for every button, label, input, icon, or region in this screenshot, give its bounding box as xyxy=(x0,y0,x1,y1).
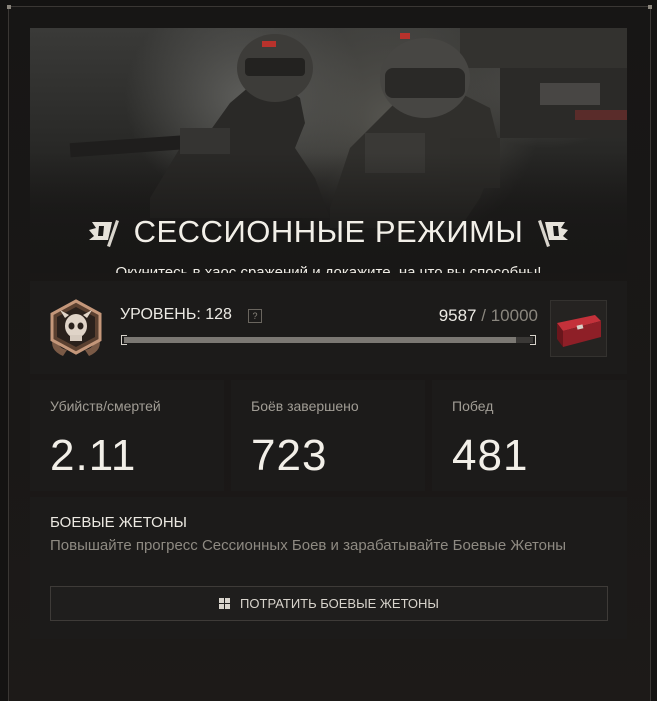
stat-card-kd: Убийств/смертей 2.11 xyxy=(30,380,224,491)
spend-tokens-button[interactable]: ПОТРАТИТЬ БОЕВЫЕ ЖЕТОНЫ xyxy=(50,586,608,621)
stat-value: 481 xyxy=(452,431,529,480)
stat-value: 723 xyxy=(251,431,328,480)
xp-current: 9587 xyxy=(438,306,477,325)
stat-label: Боёв завершено xyxy=(251,398,359,414)
reward-crate-button[interactable] xyxy=(550,300,607,357)
stat-card-wins: Побед 481 xyxy=(432,380,627,491)
page-title: СЕССИОННЫЕ РЕЖИМЫ xyxy=(133,214,524,249)
battle-tokens-panel: БОЕВЫЕ ЖЕТОНЫ Повышайте прогресс Сессион… xyxy=(30,497,627,639)
stat-card-battles: Боёв завершено 723 xyxy=(231,380,425,491)
reward-crate-icon xyxy=(557,315,601,347)
help-icon[interactable]: ? xyxy=(248,309,262,323)
modes-banner: СЕССИОННЫЕ РЕЖИМЫ Окунитесь в хаос сраже… xyxy=(30,28,627,273)
tokens-description: Повышайте прогресс Сессионных Боев и зар… xyxy=(50,537,567,554)
stat-label: Убийств/смертей xyxy=(50,398,161,414)
xp-max: 10000 xyxy=(490,306,538,325)
rank-skull-badge-icon xyxy=(50,299,102,356)
level-label: УРОВЕНЬ: 128 xyxy=(120,306,232,323)
stat-value: 2.11 xyxy=(50,431,137,480)
xp-progress-bar xyxy=(121,335,536,345)
xp-progress-fill xyxy=(124,337,517,343)
level-panel: УРОВЕНЬ: 128 ? 9587 / 10000 xyxy=(30,281,627,374)
xp-separator: / xyxy=(481,306,486,325)
tokens-title: БОЕВЫЕ ЖЕТОНЫ xyxy=(50,514,187,531)
flag-left-icon xyxy=(88,220,119,247)
xp-counter: 9587 / 10000 xyxy=(439,306,538,326)
flag-right-icon xyxy=(538,220,569,247)
banner-subtitle: Окунитесь в хаос сражений и докажите, на… xyxy=(115,264,542,273)
spend-tokens-label: ПОТРАТИТЬ БОЕВЫЕ ЖЕТОНЫ xyxy=(240,596,439,611)
stat-label: Побед xyxy=(452,398,494,414)
grid-icon xyxy=(219,598,231,609)
